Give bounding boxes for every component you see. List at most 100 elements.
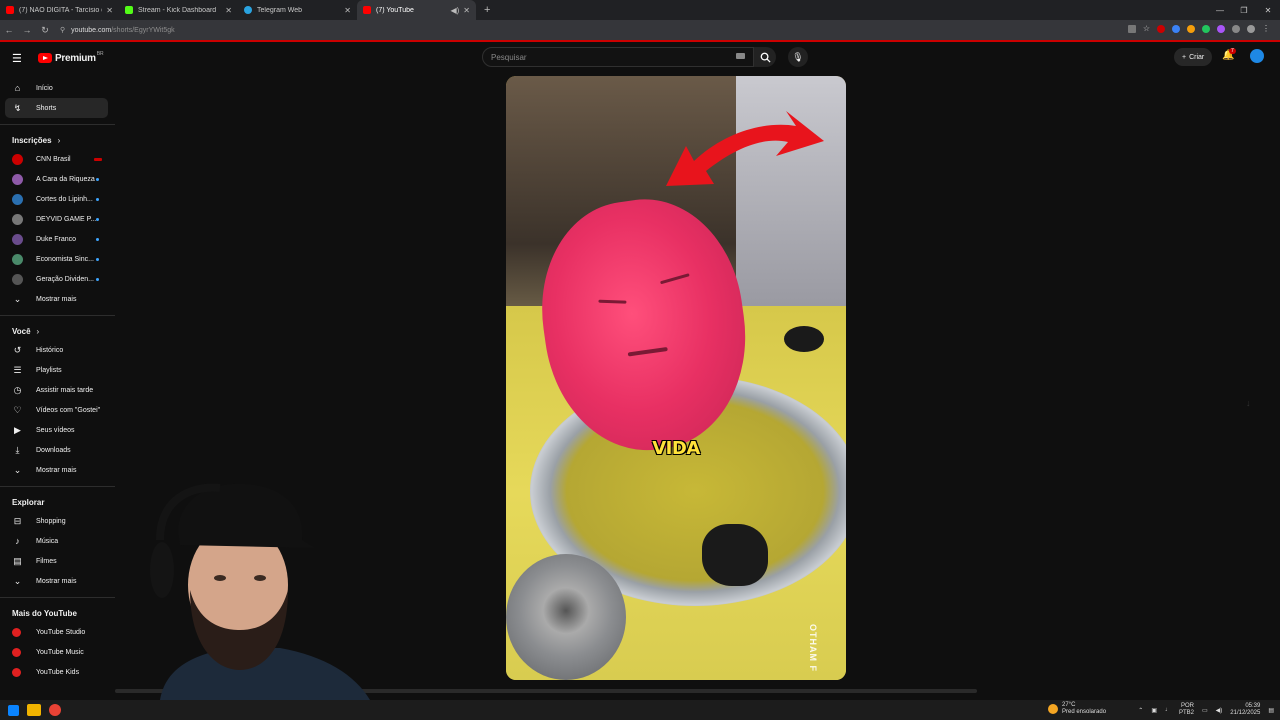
minimize-icon[interactable]: — (1208, 6, 1232, 15)
sidebar-item-label: A Cara da Riqueza (36, 175, 95, 183)
close-tab-icon[interactable]: ✕ (106, 6, 113, 15)
shorts-icon: ↯ (13, 102, 22, 113)
account-avatar[interactable] (1250, 49, 1264, 63)
site-info-icon[interactable]: ⚲ (60, 26, 65, 34)
file-explorer-icon[interactable] (27, 704, 41, 716)
plus-icon: + (1182, 53, 1187, 61)
you-heading[interactable]: Você › (0, 322, 115, 340)
sidebar-item-home[interactable]: ⌂ Início (0, 78, 115, 98)
youtube-logo[interactable]: Premium BR (38, 51, 104, 64)
profile-icon[interactable] (1247, 25, 1255, 33)
subscriptions-heading[interactable]: Inscrições › (0, 131, 115, 149)
sidebar-item-label: Economista Sinc... (36, 255, 94, 263)
weather-widget[interactable]: 27°C Pred ensolarado (1048, 702, 1106, 716)
sidebar-item-subscription[interactable]: Geração Dividen... (0, 269, 115, 289)
extension-icon[interactable] (1187, 25, 1195, 33)
sidebar-item-history[interactable]: ↺ Histórico (0, 340, 115, 360)
sidebar-item-music[interactable]: ♪ Música (0, 531, 115, 551)
extension-icon[interactable] (1202, 25, 1210, 33)
show-more-explore[interactable]: ⌄ Mostrar mais (0, 571, 115, 591)
language-indicator[interactable]: POR PTB2 (1179, 703, 1194, 717)
extension-icon[interactable] (1157, 25, 1165, 33)
youtube-favicon-icon (363, 6, 371, 14)
close-tab-icon[interactable]: ✕ (463, 6, 470, 15)
sidebar-item-your-videos[interactable]: ▶ Seus vídeos (0, 420, 115, 440)
windows-start-icon[interactable] (8, 704, 19, 716)
chrome-icon[interactable] (49, 704, 61, 716)
chevron-up-icon[interactable]: ⌃ (1138, 707, 1143, 714)
taskbar: 27°C Pred ensolarado ⌃ ▣ ♩ POR PTB2 ▭ ◀)… (0, 700, 1280, 720)
close-tab-icon[interactable]: ✕ (344, 6, 351, 15)
section-title: Inscrições (12, 135, 52, 145)
sidebar-item-subscription[interactable]: Duke Franco (0, 229, 115, 249)
forward-icon[interactable]: → (18, 25, 36, 35)
volume-icon[interactable]: ◀) (1216, 707, 1223, 714)
audio-icon[interactable]: ◀) (450, 6, 459, 15)
install-icon[interactable] (1127, 25, 1136, 33)
sidebar-item-shopping[interactable]: ⊟ Shopping (0, 511, 115, 531)
extension-icon[interactable] (1172, 25, 1180, 33)
sidebar-item-downloads[interactable]: ⤓ Downloads (0, 440, 115, 460)
restore-icon[interactable]: ❐ (1232, 6, 1256, 15)
chevron-down-icon: ⌄ (13, 293, 22, 304)
sidebar-item-subscription[interactable]: Cortes do Lipinh... (0, 189, 115, 209)
browser-tab[interactable]: Stream - Kick Dashboard ✕ (119, 0, 238, 20)
sidebar-item-subscription[interactable]: A Cara da Riqueza (0, 169, 115, 189)
sun-icon (1048, 704, 1058, 714)
sidebar-item-liked-videos[interactable]: ♡ Vídeos com "Gostei" (0, 400, 115, 420)
search-button[interactable] (754, 47, 776, 67)
voice-search-button[interactable]: 🎙 (788, 47, 808, 67)
channel-avatar (12, 233, 23, 245)
date: 21/12/2025 (1230, 710, 1261, 716)
section-title: Mais do YouTube (12, 608, 77, 618)
create-button[interactable]: + Criar (1174, 48, 1213, 66)
extensions-puzzle-icon[interactable] (1232, 25, 1240, 33)
sidebar: ⌂ Início ↯ Shorts Inscrições › CNN Brasi… (0, 78, 115, 682)
browser-tab[interactable]: (7) NÃO DIGITA - Tarcísio do A ✕ (0, 0, 119, 20)
show-more-subscriptions[interactable]: ⌄ Mostrar mais (0, 289, 115, 309)
sidebar-item-movies[interactable]: ▤ Filmes (0, 551, 115, 571)
playlist-icon: ☰ (13, 364, 22, 375)
menu-dots-icon[interactable]: ⋮ (1262, 25, 1270, 33)
sidebar-item-playlists[interactable]: ☰ Playlists (0, 360, 115, 380)
show-more-you[interactable]: ⌄ Mostrar mais (0, 460, 115, 480)
sidebar-item-subscription[interactable]: CNN Brasil (0, 149, 115, 169)
sidebar-item-youtube-music[interactable]: YouTube Music (0, 642, 115, 662)
keyboard-icon[interactable] (736, 53, 745, 59)
display-icon[interactable]: ▭ (1202, 707, 1208, 714)
reload-icon[interactable]: ↻ (36, 25, 54, 36)
sidebar-item-subscription[interactable]: DEYVID GAME P... (0, 209, 115, 229)
back-icon[interactable]: ← (0, 25, 18, 35)
sidebar-item-label: Duke Franco (36, 235, 77, 243)
new-tab-icon[interactable]: + (484, 4, 490, 16)
network-icon[interactable]: ▣ (1151, 707, 1157, 714)
watch-later-icon: ◷ (13, 384, 22, 395)
youtube-studio-icon (12, 627, 21, 637)
url-field[interactable]: ⚲ youtube.com/shorts/EgyrYWit5gk (60, 22, 1040, 38)
scroll-down-icon[interactable]: ↓ (1246, 398, 1251, 408)
sidebar-item-label: Assistir mais tarde (36, 386, 94, 394)
sidebar-item-youtube-kids[interactable]: YouTube Kids (0, 662, 115, 682)
shorts-video-player[interactable]: VIDA OTHAM F (506, 76, 846, 680)
bookmark-star-icon[interactable]: ☆ (1143, 25, 1150, 33)
youtube-kids-icon (12, 667, 21, 677)
red-arrow-graphic (666, 111, 824, 186)
sidebar-item-subscription[interactable]: Economista Sinc... (0, 249, 115, 269)
close-window-icon[interactable]: ✕ (1256, 6, 1280, 15)
sidebar-item-shorts[interactable]: ↯ Shorts (5, 98, 108, 118)
explore-heading: Explorar (0, 493, 115, 511)
sidebar-item-watch-later[interactable]: ◷ Assistir mais tarde (0, 380, 115, 400)
search-input[interactable]: Pesquisar (482, 47, 754, 67)
browser-tab[interactable]: Telegram Web ✕ (238, 0, 357, 20)
sidebar-item-youtube-studio[interactable]: YouTube Studio (0, 622, 115, 642)
notification-center-icon[interactable]: ▤ (1268, 707, 1274, 714)
mic-tray-icon[interactable]: ♩ (1165, 707, 1171, 713)
close-tab-icon[interactable]: ✕ (225, 6, 232, 15)
weather-temp: 27°C (1062, 702, 1076, 708)
sidebar-item-label: DEYVID GAME P... (36, 215, 97, 223)
menu-icon[interactable]: ☰ (12, 52, 26, 65)
browser-tab-active[interactable]: (7) YouTube ◀) ✕ (357, 0, 476, 20)
notifications-button[interactable]: 🔔 7 (1222, 48, 1236, 61)
clock[interactable]: 05:39 21/12/2025 (1230, 703, 1260, 717)
extension-icon[interactable] (1217, 25, 1225, 33)
